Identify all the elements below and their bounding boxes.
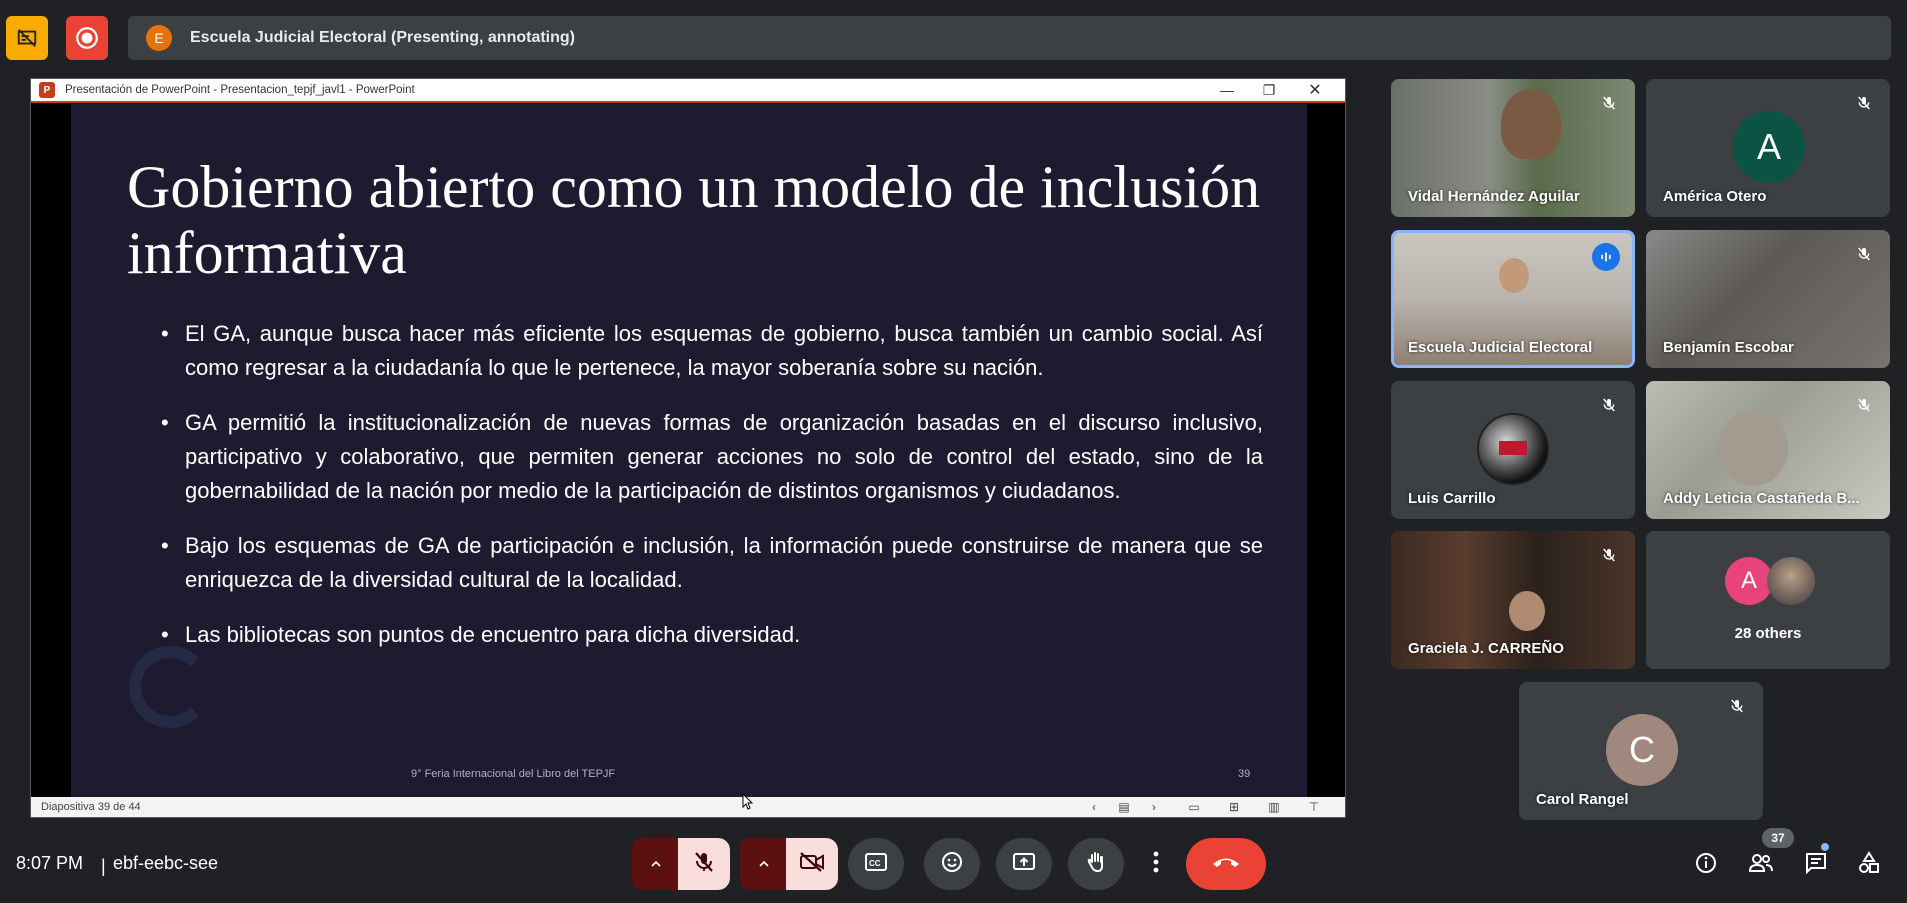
slide-bullet: Las bibliotecas son puntos de encuentro … <box>161 618 1263 652</box>
clock: 8:07 PM <box>16 853 84 873</box>
others-count: 28 others <box>1734 625 1802 642</box>
participant-name: América Otero <box>1663 188 1767 205</box>
camera-toggle-button[interactable] <box>786 838 838 890</box>
hand-icon <box>1084 850 1108 879</box>
presenter-banner: E Escuela Judicial Electoral (Presenting… <box>128 16 1891 60</box>
present-button[interactable] <box>996 838 1052 890</box>
mic-off-icon <box>1597 543 1621 567</box>
avatar: C <box>1606 714 1678 786</box>
hang-up-icon <box>1211 855 1241 874</box>
decorative-swirl-icon <box>129 646 211 728</box>
more-vertical-icon <box>1153 851 1159 878</box>
close-icon[interactable]: ✕ <box>1295 79 1335 101</box>
leave-call-button[interactable] <box>1186 838 1266 890</box>
mic-off-icon <box>1597 91 1621 115</box>
more-options-button[interactable] <box>1140 838 1172 890</box>
activities-button[interactable] <box>1853 849 1885 881</box>
avatar: A <box>1725 557 1773 605</box>
camera-off-icon <box>799 851 825 878</box>
participant-tile[interactable]: Luis Carrillo <box>1391 381 1635 519</box>
raise-hand-button[interactable] <box>1068 838 1124 890</box>
participant-tile[interactable]: Graciela J. CARREÑO <box>1391 531 1635 669</box>
video-options-button[interactable] <box>740 838 788 890</box>
restore-icon[interactable]: ❐ <box>1249 79 1289 101</box>
participant-tile[interactable]: Benjamín Escobar <box>1646 230 1890 368</box>
mic-off-icon <box>1597 393 1621 417</box>
participant-face <box>1509 591 1545 631</box>
presenter-banner-title: Escuela Judicial Electoral (Presenting, … <box>190 29 575 46</box>
mic-off-icon <box>1725 694 1749 718</box>
participant-name: Benjamín Escobar <box>1663 339 1794 356</box>
slide-bullets: El GA, aunque busca hacer más eficiente … <box>161 317 1263 673</box>
presentation-off-icon[interactable] <box>6 16 48 60</box>
audio-options-button[interactable] <box>632 838 680 890</box>
participant-face <box>1718 411 1788 486</box>
info-icon <box>1694 851 1718 880</box>
powerpoint-titlebar: P Presentación de PowerPoint - Presentac… <box>31 79 1345 103</box>
avatar-accent <box>1499 441 1527 455</box>
mic-off-icon <box>1852 91 1876 115</box>
slide-counter: Diapositiva 39 de 44 <box>41 801 141 813</box>
slide-bullet: El GA, aunque busca hacer más eficiente … <box>161 317 1263 385</box>
powerpoint-window-title: Presentación de PowerPoint - Presentacio… <box>65 84 415 96</box>
captions-button[interactable]: CC <box>848 838 904 890</box>
slide-menu-icon[interactable]: ▤ <box>1111 799 1137 815</box>
recording-icon[interactable] <box>66 16 108 60</box>
previous-slide-icon[interactable]: ‹ <box>1081 799 1107 815</box>
participant-tile[interactable]: Addy Leticia Castañeda B... <box>1646 381 1890 519</box>
participant-count-badge: 37 <box>1762 828 1794 848</box>
reading-view-icon[interactable]: ▥ <box>1261 799 1287 815</box>
presenter-avatar: E <box>146 25 172 51</box>
people-icon <box>1748 851 1774 880</box>
reactions-button[interactable] <box>924 838 980 890</box>
others-tile[interactable]: A 28 others <box>1646 531 1890 669</box>
mouse-cursor-icon <box>742 792 754 816</box>
slide-bullet: Bajo los esquemas de GA de participación… <box>161 529 1263 597</box>
participant-name: Luis Carrillo <box>1408 490 1496 507</box>
microphone-toggle-button[interactable] <box>678 838 730 890</box>
avatar: A <box>1733 111 1805 183</box>
powerpoint-window: P Presentación de PowerPoint - Presentac… <box>30 78 1346 818</box>
participant-name: Addy Leticia Castañeda B... <box>1663 490 1860 507</box>
participant-tile-speaking[interactable]: Escuela Judicial Electoral <box>1391 230 1635 368</box>
participant-face <box>1501 89 1561 159</box>
participant-face <box>1499 258 1529 293</box>
separator: | <box>101 856 106 876</box>
people-button[interactable] <box>1745 849 1777 881</box>
emoji-icon <box>940 850 964 879</box>
slide-bullet: GA permitió la institucionalización de n… <box>161 406 1263 508</box>
meeting-details-button[interactable] <box>1690 849 1722 881</box>
meeting-code: ebf-eebc-see <box>113 853 219 873</box>
slide-footer: 9° Feria Internacional del Libro del TEP… <box>411 768 616 780</box>
participant-name: Graciela J. CARREÑO <box>1408 640 1564 657</box>
mic-off-icon <box>1852 393 1876 417</box>
participant-tile[interactable]: C Carol Rangel <box>1519 682 1763 820</box>
participant-tile[interactable]: Vidal Hernández Aguilar <box>1391 79 1635 217</box>
normal-view-icon[interactable]: ▭ <box>1181 799 1207 815</box>
participant-name: Escuela Judicial Electoral <box>1408 339 1593 356</box>
svg-text:CC: CC <box>869 859 881 868</box>
activities-icon <box>1857 850 1881 880</box>
mic-off-icon <box>1852 242 1876 266</box>
chat-icon <box>1804 851 1828 880</box>
chat-notification-dot <box>1821 843 1829 851</box>
slide-title: Gobierno abierto como un modelo de inclu… <box>127 154 1261 286</box>
captions-icon: CC <box>864 852 888 877</box>
chat-button[interactable] <box>1800 849 1832 881</box>
participant-tile[interactable]: A América Otero <box>1646 79 1890 217</box>
slide: Gobierno abierto como un modelo de inclu… <box>71 104 1307 799</box>
powerpoint-logo-icon: P <box>39 82 55 98</box>
slideshow-view-icon[interactable]: ⊤ <box>1301 799 1327 815</box>
minimize-icon[interactable]: — <box>1207 79 1247 101</box>
next-slide-icon[interactable]: › <box>1141 799 1167 815</box>
speaking-icon <box>1592 243 1620 271</box>
participant-name: Carol Rangel <box>1536 791 1629 808</box>
mic-off-icon <box>692 850 716 879</box>
sorter-view-icon[interactable]: ⊞ <box>1221 799 1247 815</box>
present-screen-icon <box>1012 851 1036 878</box>
participant-name: Vidal Hernández Aguilar <box>1408 188 1580 205</box>
powerpoint-statusbar: Diapositiva 39 de 44 ‹ ▤ › ▭ ⊞ ▥ ⊤ <box>31 797 1345 817</box>
avatar-photo <box>1767 557 1815 605</box>
slide-number: 39 <box>1238 768 1251 780</box>
